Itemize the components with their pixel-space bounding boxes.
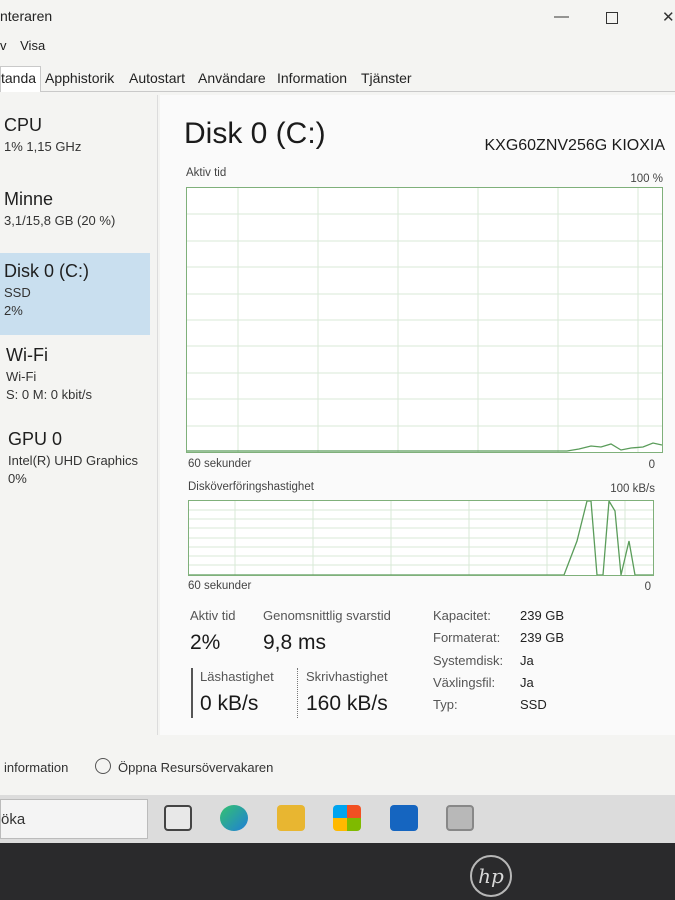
graph2-max: 100 kB/s	[610, 483, 655, 495]
graph2-min: 0	[644, 581, 651, 593]
tab-startup[interactable]: Autostart	[129, 70, 185, 86]
sidebar-item-detail: 3,1/15,8 GB (20 %)	[4, 213, 116, 228]
graph1-min: 0	[648, 459, 655, 471]
type-value: SSD	[520, 697, 547, 712]
active-time-series-line	[187, 442, 662, 452]
graph2-time: 60 sekunder	[188, 580, 252, 592]
graph-grid	[187, 188, 662, 452]
sidebar-item-wifi[interactable]: Wi-Fi Wi-Fi S: 0 M: 0 kbit/s	[0, 345, 150, 411]
task-manager-icon[interactable]	[446, 805, 474, 831]
system-disk-value: Ja	[520, 653, 534, 668]
sidebar-item-name: GPU 0	[8, 429, 63, 449]
tab-app-history[interactable]: Apphistorik	[45, 70, 114, 86]
task-view-icon[interactable]	[164, 805, 192, 831]
menu-bar: v Visa	[0, 38, 55, 53]
footer-bar: information Öppna Resursövervakaren	[0, 755, 675, 785]
sidebar-item-name: Wi-Fi	[6, 345, 48, 365]
graph-grid	[189, 501, 653, 575]
taskbar-search-box[interactable]: öka	[0, 799, 148, 839]
open-resource-monitor-link[interactable]: Öppna Resursövervakaren	[118, 760, 273, 775]
capacity-label: Kapacitet:	[433, 608, 491, 623]
write-rate-value: 160 kB/s	[306, 692, 388, 715]
write-rate-label: Skrivhastighet	[306, 669, 388, 684]
taskbar: öka	[0, 795, 675, 843]
read-rate-marker	[191, 668, 193, 718]
edge-browser-icon[interactable]	[220, 805, 248, 831]
active-time-graph	[186, 187, 663, 453]
close-button[interactable]: ✕	[662, 8, 675, 26]
graph1-time: 60 sekunder	[188, 458, 252, 470]
type-label: Typ:	[433, 697, 458, 712]
sidebar-item-disk[interactable]: Disk 0 (C:) SSD 2%	[0, 253, 150, 335]
tab-performance[interactable]: tanda	[0, 66, 42, 92]
hp-logo: hp	[470, 855, 512, 897]
response-time-value: 9,8 ms	[263, 631, 327, 654]
capacity-value: 239 GB	[520, 608, 565, 623]
menu-item-view[interactable]: Visa	[20, 38, 45, 53]
page-file-label: Växlingsfil:	[433, 675, 496, 690]
sidebar-item-detail: 1% 1,15 GHz	[4, 139, 82, 154]
fewer-details-link[interactable]: information	[4, 760, 68, 775]
graph1-label: Aktiv tid	[186, 167, 227, 179]
tab-users[interactable]: Användare	[198, 70, 266, 86]
file-explorer-icon[interactable]	[277, 805, 305, 831]
sidebar-item-detail: Wi-Fi	[6, 369, 37, 384]
laptop-bezel	[0, 843, 675, 900]
resource-monitor-icon	[95, 758, 111, 774]
active-time-label: Aktiv tid	[190, 608, 236, 623]
sidebar-item-usage: 0%	[8, 471, 27, 486]
graph1-max: 100 %	[630, 173, 663, 185]
tab-services[interactable]: Tjänster	[361, 70, 412, 86]
title-bar: nteraren — ✕	[0, 0, 675, 34]
active-time-value: 2%	[190, 631, 221, 654]
tab-details[interactable]: Information	[277, 70, 347, 86]
maximize-button[interactable]	[606, 12, 618, 24]
microsoft-store-icon[interactable]	[333, 805, 361, 831]
sidebar-item-cpu[interactable]: CPU 1% 1,15 GHz	[0, 115, 150, 165]
sidebar-item-memory[interactable]: Minne 3,1/15,8 GB (20 %)	[0, 189, 150, 239]
write-rate-marker	[297, 668, 298, 718]
formatted-value: 239 GB	[520, 630, 565, 645]
formatted-label: Formaterat:	[433, 630, 501, 645]
sidebar-item-usage: S: 0 M: 0 kbit/s	[6, 387, 92, 402]
sidebar-item-name: Disk 0 (C:)	[4, 261, 89, 281]
page-file-value: Ja	[520, 675, 534, 690]
sidebar-item-gpu[interactable]: GPU 0 Intel(R) UHD Graphics 0%	[0, 429, 150, 495]
transfer-rate-graph-svg	[189, 501, 653, 575]
transfer-rate-graph	[188, 500, 654, 576]
menu-item-partial[interactable]: v	[0, 38, 7, 53]
outlook-icon[interactable]	[390, 805, 418, 831]
disk-detail-panel: Disk 0 (C:) KXG60ZNV256G KIOXIA Aktiv ti…	[160, 95, 675, 735]
tab-bar: tanda Apphistorik Autostart Användare In…	[0, 66, 675, 92]
minimize-button[interactable]: —	[554, 8, 569, 25]
active-time-graph-svg	[187, 188, 662, 452]
read-rate-value: 0 kB/s	[200, 692, 259, 715]
sidebar-item-name: Minne	[4, 189, 54, 209]
disk-model: KXG60ZNV256G KIOXIA	[484, 137, 665, 154]
sidebar-item-name: CPU	[4, 115, 43, 135]
page-title: Disk 0 (C:)	[184, 117, 326, 150]
resource-sidebar: CPU 1% 1,15 GHz Minne 3,1/15,8 GB (20 %)…	[0, 95, 158, 735]
response-time-label: Genomsnittlig svarstid	[263, 608, 391, 623]
sidebar-item-detail: SSD	[4, 285, 31, 300]
sidebar-item-detail: Intel(R) UHD Graphics	[8, 453, 139, 468]
screen: nteraren — ✕ v Visa tanda Apphistorik Au…	[0, 0, 675, 795]
graph2-label: Disköverföringshastighet	[188, 481, 314, 493]
window-title: nteraren	[0, 8, 53, 24]
read-rate-label: Läshastighet	[200, 669, 274, 684]
sidebar-item-usage: 2%	[4, 303, 23, 318]
system-disk-label: Systemdisk:	[433, 653, 504, 668]
